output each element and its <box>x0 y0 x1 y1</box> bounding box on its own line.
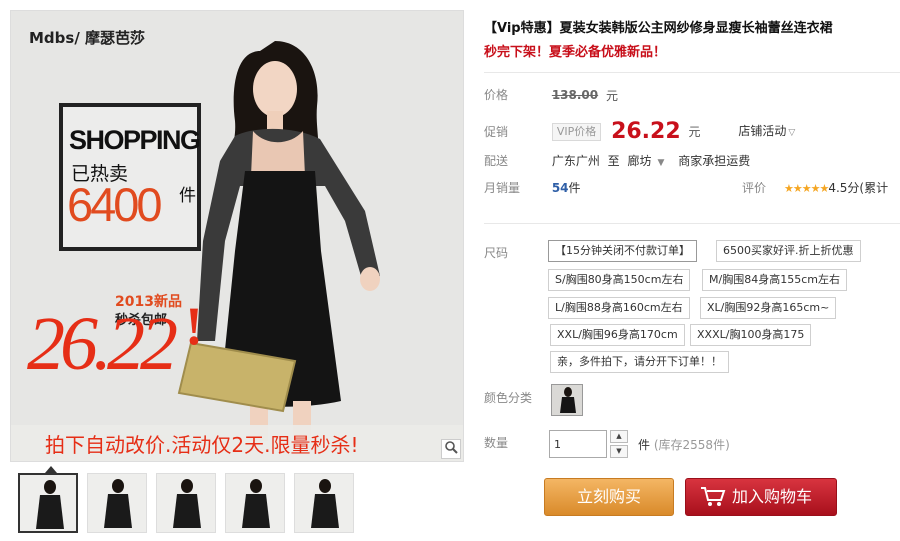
divider <box>484 223 900 224</box>
shop-activity-dropdown[interactable]: 店铺活动 ▽ <box>738 124 795 138</box>
price-currency: 元 <box>605 88 618 103</box>
thumbnail-2[interactable] <box>87 473 147 533</box>
star-rating-icon: ★★★★★ <box>784 182 829 195</box>
divider <box>484 72 900 73</box>
promo-shopping-text: SHOPPING <box>69 125 201 155</box>
price-label: 价格 <box>484 88 509 102</box>
model-illustration <box>177 41 380 441</box>
thumbnail-image <box>242 479 270 528</box>
shipping-row: 配送 广东广州 至 廊坊 ▼ 商家承担运费 <box>484 151 750 171</box>
size-option[interactable]: XL/胸围92身高165cm~ <box>700 297 837 319</box>
thumbnail-image <box>311 479 339 528</box>
promo-bottom-banner: 拍下自动改价.活动仅2天.限量秒杀! <box>11 425 463 461</box>
magnifier-icon[interactable] <box>441 439 461 459</box>
color-swatch-image <box>560 387 576 413</box>
active-thumbnail-indicator <box>45 466 57 473</box>
shipping-fee: 商家承担运费 <box>678 154 751 168</box>
caret-down-icon: ▼ <box>657 158 665 168</box>
promo-big-price: 26.22 <box>27 302 178 386</box>
rating[interactable]: ★★★★★4.5分(累计 <box>784 178 888 199</box>
original-price: 138.00 <box>551 88 599 102</box>
thumbnail-3[interactable] <box>156 473 216 533</box>
rating-score: 4.5分 <box>828 181 860 195</box>
sales-promo-box: SHOPPING 已热卖 6400 件 <box>59 103 201 251</box>
thumbnail-image <box>173 479 201 528</box>
promo-sold-unit: 件 <box>179 186 196 206</box>
product-title: 【Vip特惠】夏装女装韩版公主网纱修身显瘦长袖蕾丝连衣裙 <box>484 21 833 36</box>
size-option[interactable]: XXXL/胸100身高175 <box>690 324 812 346</box>
promo-exclaim: ! <box>185 296 203 356</box>
add-to-cart-label: 加入购物车 <box>732 487 813 506</box>
monthly-sales-count: 54 <box>551 181 569 195</box>
shipping-destination-dropdown[interactable]: 廊坊 ▼ <box>628 154 665 168</box>
chevron-down-icon[interactable]: ▼ <box>610 445 628 458</box>
product-info: 【Vip特惠】夏装女装韩版公主网纱修身显瘦长袖蕾丝连衣裙 秒完下架！夏季必备优雅… <box>484 18 896 64</box>
thumbnail-image <box>36 480 64 529</box>
size-option[interactable]: 6500买家好评.折上折优惠 <box>716 240 861 262</box>
color-swatch[interactable] <box>551 384 583 416</box>
quantity-label: 数量 <box>484 436 509 450</box>
chevron-down-icon: ▽ <box>788 128 796 138</box>
size-option[interactable]: 亲，多件拍下，请分开下订单！！ <box>550 351 729 373</box>
sales-row: 月销量 54件 评价 ★★★★★4.5分(累计 <box>484 178 900 198</box>
add-to-cart-button[interactable]: 加入购物车 <box>685 478 837 516</box>
buy-now-button[interactable]: 立刻购买 <box>544 478 674 516</box>
quantity-input[interactable] <box>549 430 607 458</box>
thumbnail-strip <box>18 473 438 535</box>
size-label: 尺码 <box>484 246 509 260</box>
promo-sold-count: 6400 <box>67 178 163 231</box>
size-option[interactable]: L/胸围88身高160cm左右 <box>548 297 690 319</box>
promo-banner-text: 拍下自动改价.活动仅2天.限量秒杀! <box>45 433 359 457</box>
shipping-from: 广东广州 <box>551 154 600 168</box>
thumbnail-1[interactable] <box>18 473 78 533</box>
brand-logo: Mdbs/ 摩瑟芭莎 <box>29 29 146 47</box>
stock-count: (库存2558件) <box>653 438 730 452</box>
promo-price: 26.22 <box>611 119 681 144</box>
thumbnail-5[interactable] <box>294 473 354 533</box>
thumbnail-4[interactable] <box>225 473 285 533</box>
size-option[interactable]: XXL/胸围96身高170cm <box>550 324 685 346</box>
rating-label: 评价 <box>742 181 767 195</box>
color-label-row: 颜色分类 <box>484 388 548 408</box>
shipping-to-word: 至 <box>607 154 620 168</box>
price-row: 价格 138.00 元 <box>484 85 618 105</box>
rating-cumulative: (累计 <box>859 181 889 195</box>
quantity-label-row: 数量 <box>484 433 548 453</box>
vip-price-tag: VIP价格 <box>551 123 602 141</box>
size-option[interactable]: 【15分钟关闭不付款订单】 <box>548 240 697 262</box>
promo-label: 促销 <box>484 124 509 139</box>
sales-label: 月销量 <box>484 181 521 195</box>
size-option[interactable]: S/胸围80身高150cm左右 <box>548 269 691 291</box>
sales-unit: 件 <box>568 181 581 195</box>
promo-row: 促销 VIP价格 26.22 元 店铺活动 ▽ <box>484 119 795 144</box>
shop-activity-label: 店铺活动 <box>738 124 787 138</box>
size-option[interactable]: M/胸围84身高155cm左右 <box>702 269 847 291</box>
shipping-label: 配送 <box>484 154 509 168</box>
size-label-row: 尺码 <box>484 243 548 263</box>
product-subtitle: 秒完下架！夏季必备优雅新品！ <box>484 45 667 60</box>
quantity-unit: 件 <box>638 438 651 452</box>
cart-icon <box>701 487 726 506</box>
stock-info: 件 (库存2558件) <box>638 436 730 453</box>
thumbnail-image <box>104 479 132 528</box>
chevron-up-icon[interactable]: ▲ <box>610 430 628 443</box>
shipping-destination: 廊坊 <box>627 154 652 168</box>
color-label: 颜色分类 <box>484 391 533 405</box>
main-product-image[interactable]: Mdbs/ 摩瑟芭莎 SHOPPING 已热卖 6400 件 2013新品 秒杀… <box>10 10 464 462</box>
promo-currency: 元 <box>688 125 701 139</box>
